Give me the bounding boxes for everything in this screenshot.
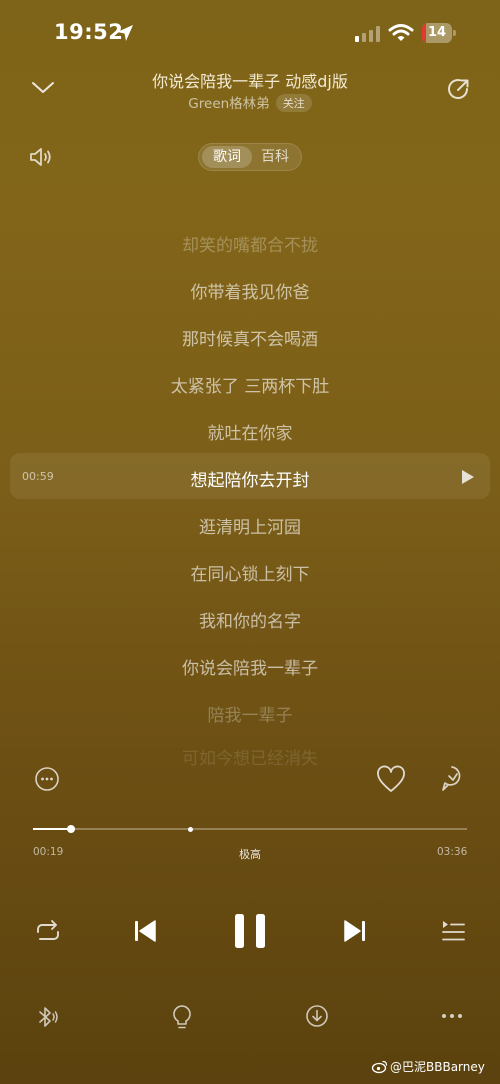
lyric-line-current[interactable]: 想起陪你去开封 xyxy=(0,466,500,491)
status-time: 19:52 xyxy=(54,20,124,44)
quality-button[interactable]: 极高 xyxy=(200,846,300,862)
artist-row: Green格林弟 关注 xyxy=(80,92,420,112)
lyric-line[interactable]: 就吐在你家 xyxy=(0,419,500,444)
lyric-line[interactable]: 在同心锁上刻下 xyxy=(0,560,500,585)
lyric-line[interactable]: 可如今想已经消失 xyxy=(0,744,500,769)
battery-level: 14 xyxy=(427,25,447,40)
pause-icon[interactable] xyxy=(232,912,268,950)
download-icon[interactable] xyxy=(305,1004,329,1028)
playlist-icon[interactable] xyxy=(440,918,466,944)
lyric-line[interactable]: 那时候真不会喝酒 xyxy=(0,325,500,350)
battery-indicator: 14 xyxy=(422,23,456,43)
buffer-marker xyxy=(188,827,194,832)
total-time: 03:36 xyxy=(437,846,468,858)
tab-lyrics[interactable]: 歌词 xyxy=(202,146,252,168)
follow-button[interactable]: 关注 xyxy=(275,94,312,112)
next-icon[interactable] xyxy=(343,919,367,943)
lightbulb-icon[interactable] xyxy=(172,1004,192,1030)
lyrics-wiki-switch: 歌词 百科 xyxy=(198,143,302,171)
more-circle-icon[interactable] xyxy=(34,766,60,792)
lyric-line[interactable]: 却笑的嘴都合不拢 xyxy=(0,231,500,256)
wifi-icon xyxy=(388,24,414,42)
more-icon[interactable] xyxy=(440,1012,464,1020)
heart-icon[interactable] xyxy=(377,765,405,793)
progress-track[interactable] xyxy=(33,828,467,830)
lyric-line[interactable]: 我和你的名字 xyxy=(0,607,500,632)
lyric-line[interactable]: 逛清明上河园 xyxy=(0,513,500,538)
lyric-line[interactable]: 太紧张了 三两杯下肚 xyxy=(0,372,500,397)
tab-wiki[interactable]: 百科 xyxy=(251,146,299,168)
lyric-line[interactable]: 你说会陪我一辈子 xyxy=(0,654,500,679)
progress-thumb[interactable] xyxy=(67,825,76,833)
artist-name[interactable]: Green格林弟 xyxy=(188,96,269,112)
cellular-signal-icon xyxy=(355,26,381,42)
weibo-logo-icon xyxy=(371,1060,388,1074)
elapsed-time: 00:19 xyxy=(33,846,64,858)
lyric-line[interactable]: 你带着我见你爸 xyxy=(0,278,500,303)
previous-icon[interactable] xyxy=(133,919,157,943)
repeat-icon[interactable] xyxy=(34,918,62,946)
watermark: @巴泥BBBarney xyxy=(371,1058,485,1075)
song-title: 你说会陪我一辈子 动感dj版 xyxy=(152,72,348,91)
chevron-down-icon[interactable] xyxy=(30,78,56,96)
lyric-line[interactable]: 陪我一辈子 xyxy=(0,701,500,726)
share-icon[interactable] xyxy=(446,76,472,102)
watermark-text: @巴泥BBBarney xyxy=(390,1060,485,1074)
comment-icon[interactable] xyxy=(440,765,464,793)
location-arrow-icon xyxy=(116,24,134,42)
volume-icon[interactable] xyxy=(28,145,54,169)
bluetooth-icon[interactable] xyxy=(35,1005,59,1029)
progress-fill xyxy=(33,828,72,830)
